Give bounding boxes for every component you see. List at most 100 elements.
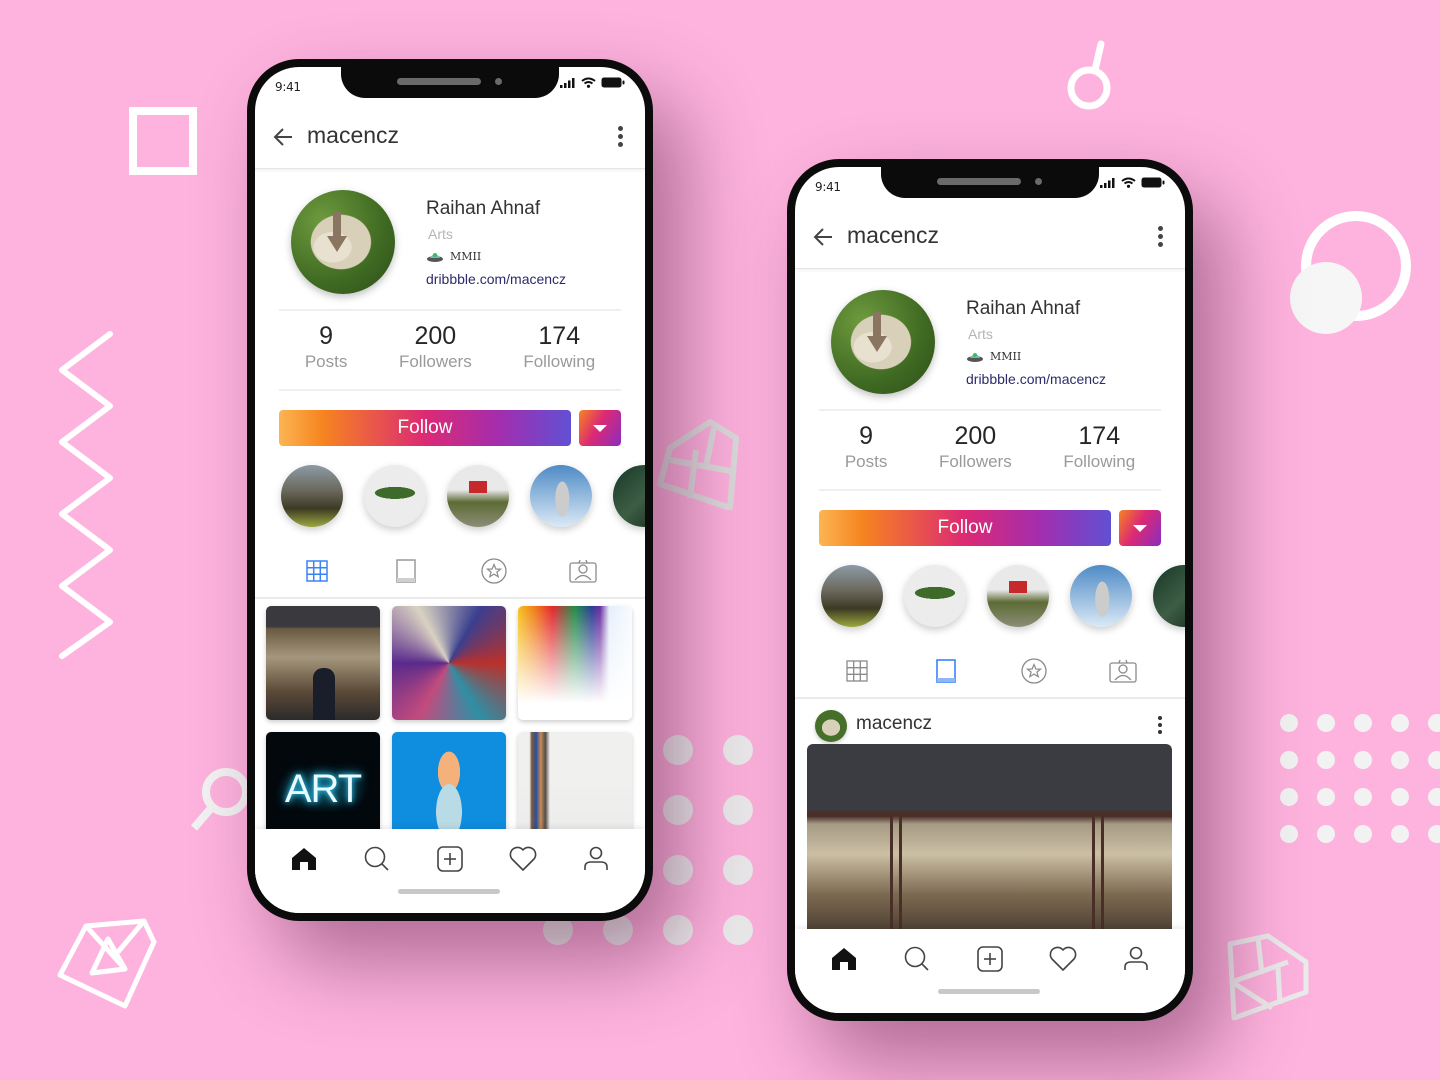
heart-icon	[1049, 946, 1077, 971]
stat-label: Followers	[398, 352, 472, 371]
stat-value: 174	[538, 322, 581, 350]
highlight-mountain-valley[interactable]	[821, 565, 883, 627]
profile-avatar[interactable]	[831, 290, 935, 394]
profile-link[interactable]: dribbble.com/macencz	[426, 271, 566, 287]
profile-header: macencz	[255, 107, 645, 169]
grid-post-gallery-painting[interactable]	[266, 606, 380, 720]
tab-tagged[interactable]	[1108, 656, 1138, 686]
nav-profile[interactable]	[1118, 941, 1154, 977]
single-post-icon	[935, 659, 956, 683]
profile-icon	[584, 846, 609, 870]
ufo-icon	[427, 252, 443, 262]
tab-grid[interactable]	[302, 556, 332, 586]
tab-tagged[interactable]	[568, 556, 598, 586]
highlight-robot-statue[interactable]	[530, 465, 592, 527]
nav-add-post[interactable]	[972, 941, 1008, 977]
story-highlights	[281, 465, 645, 527]
stat-following[interactable]: 174 Following	[1063, 422, 1135, 472]
follow-button[interactable]: Follow	[819, 510, 1111, 546]
stat-followers[interactable]: 200 Followers	[399, 322, 472, 372]
stat-following[interactable]: 174 Following	[523, 322, 595, 372]
tab-feed[interactable]	[391, 556, 421, 586]
signal-icon	[560, 77, 575, 88]
arrow-left-icon[interactable]	[813, 228, 833, 246]
tab-grid[interactable]	[842, 656, 872, 686]
signal-icon	[1100, 177, 1115, 188]
bio-text: MMII	[450, 250, 482, 263]
nav-home[interactable]	[286, 841, 322, 877]
follow-dropdown-button[interactable]	[1119, 510, 1161, 546]
square-outline-decoration	[129, 107, 197, 175]
notch	[881, 167, 1099, 198]
profile-avatar[interactable]	[291, 190, 395, 294]
tab-saved[interactable]	[1019, 656, 1049, 686]
grid-post-rainbow-paint[interactable]	[518, 606, 632, 720]
stat-label: Followers	[938, 452, 1012, 471]
neon-sign-text: ART	[284, 766, 362, 811]
star-circle-icon	[481, 558, 507, 584]
phone-mockup-grid: 9:41 macencz Raihan Ahnaf Arts MMII drib…	[247, 59, 653, 921]
tab-feed[interactable]	[931, 656, 961, 686]
post-grid: ART	[266, 606, 632, 846]
post-author-avatar[interactable]	[815, 710, 847, 742]
highlight-leaf[interactable]	[364, 465, 426, 527]
battery-icon	[601, 77, 625, 88]
zigzag-decoration	[59, 331, 113, 659]
stat-posts[interactable]: 9 Posts	[845, 422, 888, 472]
profile-icon	[1124, 946, 1149, 970]
post-header: macencz	[795, 700, 1185, 750]
follow-button[interactable]: Follow	[279, 410, 571, 446]
home-indicator	[938, 989, 1040, 994]
gem-outline-decoration	[657, 419, 739, 510]
grid-icon	[846, 660, 868, 682]
stat-posts[interactable]: 9 Posts	[305, 322, 348, 372]
profile-bio: MMII	[966, 350, 1021, 363]
stat-label: Following	[523, 352, 596, 371]
search-icon	[364, 846, 389, 871]
grid-post-paint-brushes[interactable]	[392, 606, 506, 720]
highlight-mountain-valley[interactable]	[281, 465, 343, 527]
highlight-leaf[interactable]	[904, 565, 966, 627]
profile-category: Arts	[968, 326, 993, 342]
profile-link[interactable]: dribbble.com/macencz	[966, 371, 1106, 387]
notch	[341, 67, 559, 98]
nav-add-post[interactable]	[432, 841, 468, 877]
nav-home[interactable]	[826, 941, 862, 977]
single-post-icon	[396, 559, 416, 583]
arrow-left-icon[interactable]	[273, 128, 293, 146]
status-icons	[1100, 177, 1165, 188]
home-icon	[831, 948, 856, 970]
stat-value: 9	[859, 422, 874, 450]
profile-tabs	[255, 545, 645, 599]
post-author-username[interactable]: macencz	[856, 713, 932, 735]
nav-search[interactable]	[899, 941, 935, 977]
divider	[279, 309, 621, 311]
highlight-robot-statue[interactable]	[1070, 565, 1132, 627]
nav-activity[interactable]	[505, 841, 541, 877]
highlight-guitar-plant[interactable]	[1153, 565, 1185, 627]
profile-category: Arts	[428, 226, 453, 242]
gem-outline-decoration	[1227, 933, 1309, 1021]
story-highlights	[821, 565, 1185, 627]
stat-followers[interactable]: 200 Followers	[939, 422, 1012, 472]
highlight-guitar-plant[interactable]	[613, 465, 645, 527]
nav-profile[interactable]	[578, 841, 614, 877]
heart-icon	[509, 846, 537, 871]
kebab-menu-icon[interactable]	[1157, 226, 1163, 247]
profile-stats: 9 Posts 200 Followers 174 Following	[279, 322, 621, 372]
tab-saved[interactable]	[479, 556, 509, 586]
profile-bio: MMII	[426, 250, 481, 263]
kebab-menu-icon[interactable]	[617, 126, 623, 147]
stat-value: 200	[414, 322, 457, 350]
add-post-icon	[437, 846, 463, 872]
highlight-red-cabin[interactable]	[987, 565, 1049, 627]
follow-dropdown-button[interactable]	[579, 410, 621, 446]
highlight-red-cabin[interactable]	[447, 465, 509, 527]
nav-search[interactable]	[359, 841, 395, 877]
profile-screen: 9:41 macencz Raihan Ahnaf Arts MMII drib…	[255, 67, 645, 913]
nav-activity[interactable]	[1045, 941, 1081, 977]
gem-outline-decoration	[57, 918, 157, 1009]
post-image-gallery-painting[interactable]	[807, 744, 1172, 944]
stat-label: Following	[1063, 452, 1136, 471]
post-menu-icon[interactable]	[1157, 716, 1163, 734]
